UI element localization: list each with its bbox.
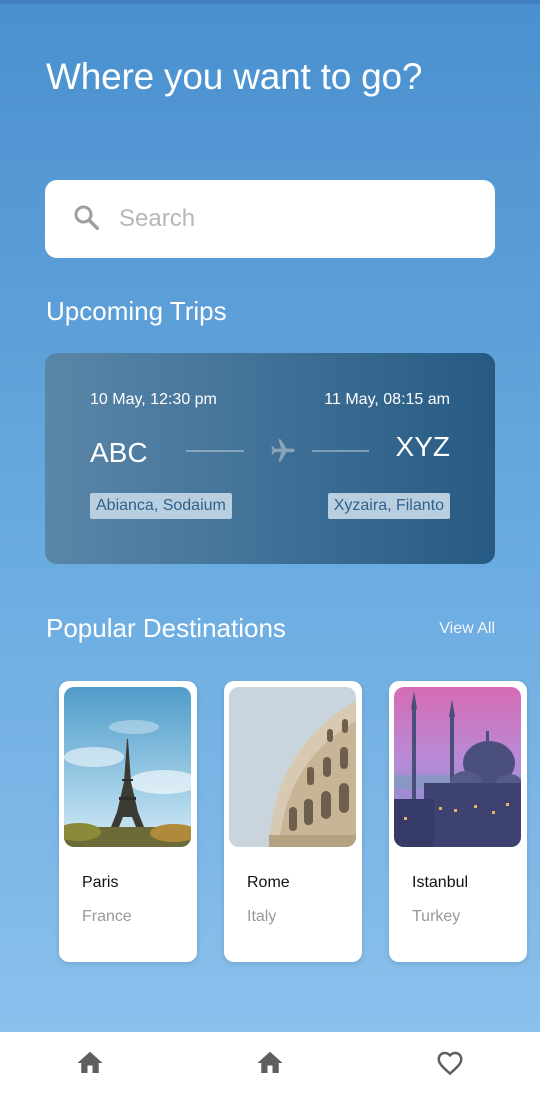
route-line-left [186, 450, 244, 452]
destination-card-paris[interactable]: Paris France [59, 681, 197, 962]
search-icon[interactable] [71, 202, 101, 237]
destination-city: Istanbul [412, 874, 469, 891]
destination-country: Italy [247, 908, 277, 925]
blue-mosque-photo [394, 687, 521, 847]
destination-city: Rome [247, 874, 290, 891]
home-icon[interactable] [255, 1048, 285, 1078]
search-input[interactable] [119, 205, 459, 233]
destination-country: France [82, 908, 132, 925]
heart-icon[interactable] [435, 1048, 465, 1078]
popular-destinations-title: Popular Destinations [46, 613, 286, 643]
departure-place-tag: Abianca, Sodaium [90, 493, 232, 519]
destination-card-istanbul[interactable]: Istanbul Turkey [389, 681, 527, 962]
arrival-code: XYZ [395, 431, 450, 462]
destination-card-rome[interactable]: Rome Italy [224, 681, 362, 962]
status-bar [0, 0, 540, 4]
bottom-navigation [0, 1032, 540, 1103]
arrival-time: 11 May, 08:15 am [324, 391, 450, 408]
route-line-right [312, 450, 369, 452]
view-all-link[interactable]: View All [439, 620, 495, 638]
departure-time: 10 May, 12:30 pm [90, 391, 217, 408]
colosseum-photo [229, 687, 356, 847]
home-icon[interactable] [75, 1048, 105, 1078]
page-title: Where you want to go? [46, 56, 423, 97]
destination-city: Paris [82, 874, 119, 891]
airplane-icon [269, 437, 297, 465]
upcoming-trip-card[interactable]: 10 May, 12:30 pm 11 May, 08:15 am ABC XY… [45, 353, 495, 564]
arrival-place-tag: Xyzaira, Filanto [327, 493, 450, 519]
destination-country: Turkey [412, 908, 461, 925]
departure-code: ABC [90, 437, 148, 468]
upcoming-trips-title: Upcoming Trips [46, 296, 227, 326]
search-bar[interactable] [45, 180, 495, 258]
eiffel-tower-photo [64, 687, 191, 847]
